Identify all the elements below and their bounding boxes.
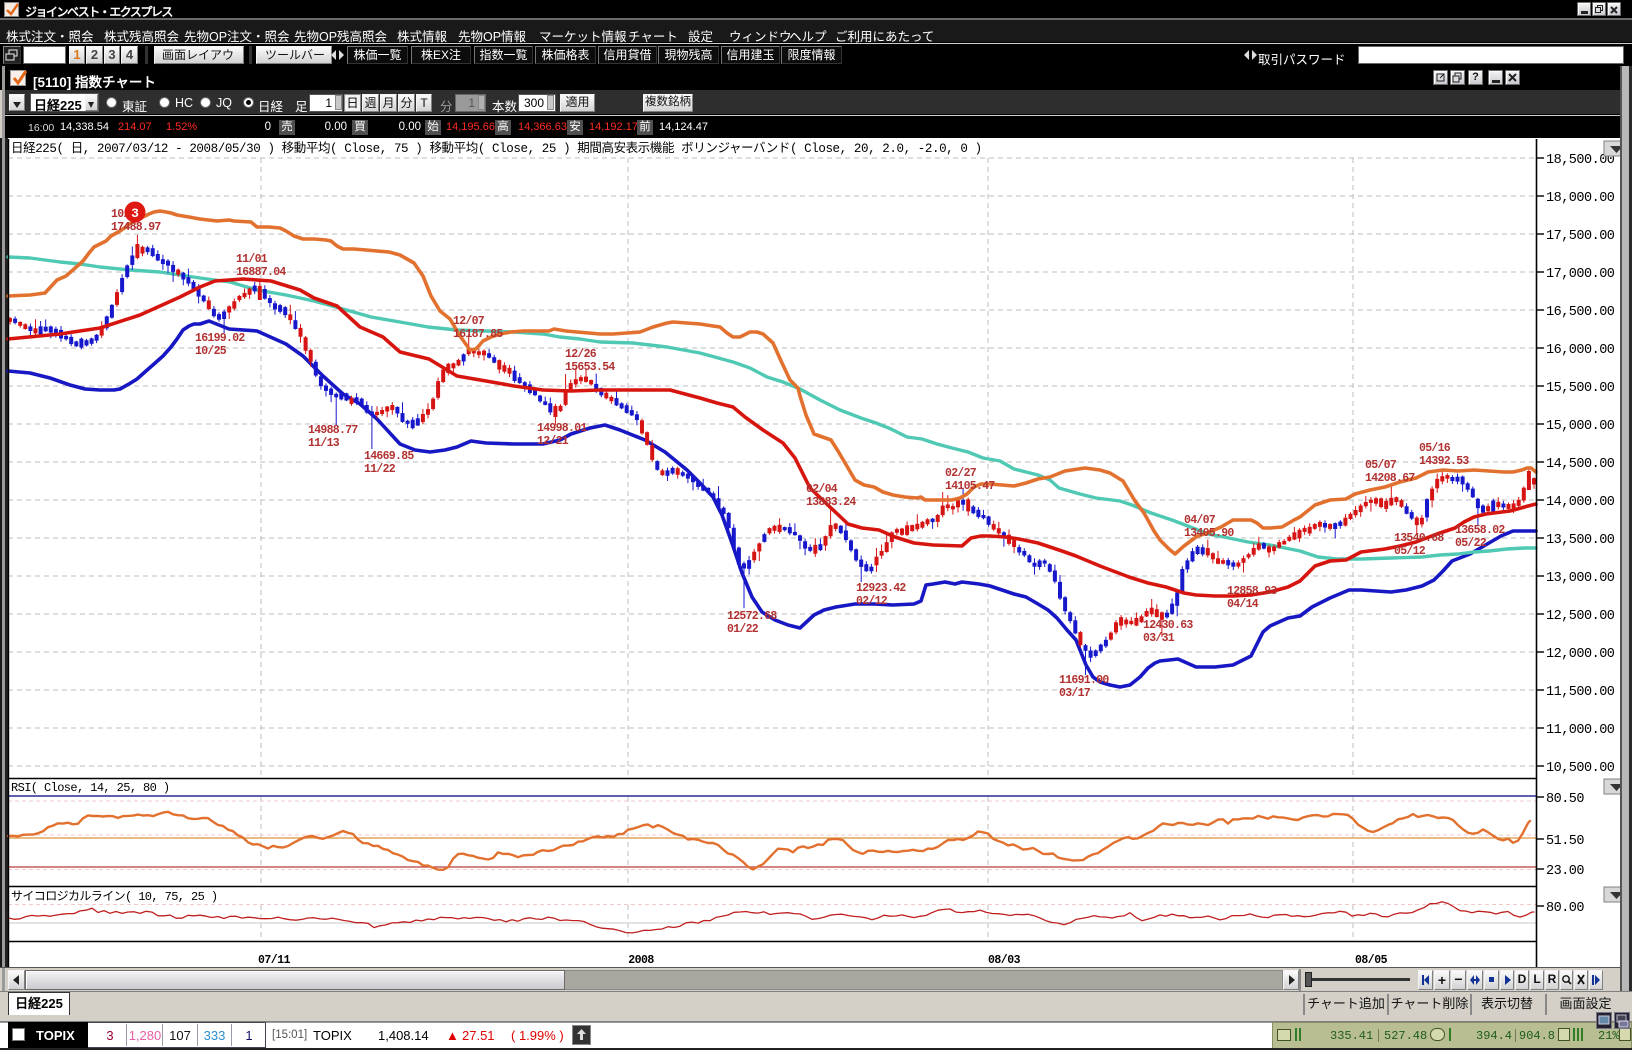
svg-text:02/12: 02/12 <box>856 595 888 608</box>
svg-text:08/03: 08/03 <box>988 954 1021 967</box>
svg-text:日経225( 日, 2007/03/12 - 2008/05: 日経225( 日, 2007/03/12 - 2008/05/30 ) 移動平均… <box>11 140 982 156</box>
svg-text:14,500.00: 14,500.00 <box>1546 457 1615 472</box>
svg-text:80.50: 80.50 <box>1546 792 1584 807</box>
svg-text:11691.00: 11691.00 <box>1059 674 1109 687</box>
svg-text:51.50: 51.50 <box>1546 834 1584 849</box>
svg-text:05/07: 05/07 <box>1365 459 1397 472</box>
svg-text:05/16: 05/16 <box>1419 442 1451 455</box>
svg-text:13540.68: 13540.68 <box>1394 532 1444 545</box>
svg-text:15,500.00: 15,500.00 <box>1546 381 1615 396</box>
svg-text:12/21: 12/21 <box>537 435 569 448</box>
svg-text:11/22: 11/22 <box>364 463 396 476</box>
svg-text:2008: 2008 <box>628 954 654 967</box>
svg-text:15,000.00: 15,000.00 <box>1546 419 1615 434</box>
svg-text:14669.85: 14669.85 <box>364 450 414 463</box>
svg-text:14988.77: 14988.77 <box>308 424 358 437</box>
svg-text:16887.04: 16887.04 <box>236 266 286 279</box>
svg-text:05/12: 05/12 <box>1394 545 1426 558</box>
svg-text:15653.54: 15653.54 <box>565 361 615 374</box>
svg-text:3: 3 <box>131 206 139 221</box>
svg-text:13,000.00: 13,000.00 <box>1546 571 1615 586</box>
svg-text:07/11: 07/11 <box>258 954 291 967</box>
svg-text:13658.02: 13658.02 <box>1455 524 1505 537</box>
svg-text:23.00: 23.00 <box>1546 864 1584 879</box>
svg-text:10/25: 10/25 <box>195 345 227 358</box>
svg-text:13405.90: 13405.90 <box>1184 527 1234 540</box>
svg-text:17488.97: 17488.97 <box>111 221 161 234</box>
svg-text:12,000.00: 12,000.00 <box>1546 647 1615 662</box>
svg-text:04/07: 04/07 <box>1184 514 1216 527</box>
svg-text:11/01: 11/01 <box>236 253 268 266</box>
svg-text:11,500.00: 11,500.00 <box>1546 685 1615 700</box>
svg-text:12,500.00: 12,500.00 <box>1546 609 1615 624</box>
svg-text:14998.01: 14998.01 <box>537 422 587 435</box>
svg-text:14392.53: 14392.53 <box>1419 455 1469 468</box>
svg-text:17,500.00: 17,500.00 <box>1546 229 1615 244</box>
svg-text:02/04: 02/04 <box>806 483 838 496</box>
svg-text:12923.42: 12923.42 <box>856 582 906 595</box>
svg-text:16,500.00: 16,500.00 <box>1546 305 1615 320</box>
svg-text:11,000.00: 11,000.00 <box>1546 723 1615 738</box>
svg-text:08/05: 08/05 <box>1355 954 1388 967</box>
svg-text:80.00: 80.00 <box>1546 901 1584 916</box>
svg-text:12/26: 12/26 <box>565 348 597 361</box>
svg-text:12858.93: 12858.93 <box>1227 585 1277 598</box>
svg-text:11/13: 11/13 <box>308 437 340 450</box>
svg-text:01/22: 01/22 <box>727 623 759 636</box>
svg-text:サイコロジカルライン( 10, 75, 25 ): サイコロジカルライン( 10, 75, 25 ) <box>11 889 217 904</box>
svg-text:RSI( Close, 14, 25, 80 ): RSI( Close, 14, 25, 80 ) <box>11 781 169 795</box>
svg-text:03/31: 03/31 <box>1143 632 1175 645</box>
svg-text:14105.47: 14105.47 <box>945 480 995 493</box>
svg-text:13,500.00: 13,500.00 <box>1546 533 1615 548</box>
svg-text:16,000.00: 16,000.00 <box>1546 343 1615 358</box>
svg-text:02/27: 02/27 <box>945 467 977 480</box>
svg-text:05/22: 05/22 <box>1455 537 1487 550</box>
svg-text:10,500.00: 10,500.00 <box>1546 761 1615 776</box>
svg-text:14208.67: 14208.67 <box>1365 472 1415 485</box>
svg-text:14,000.00: 14,000.00 <box>1546 495 1615 510</box>
svg-text:04/14: 04/14 <box>1227 598 1259 611</box>
svg-text:12572.68: 12572.68 <box>727 610 777 623</box>
svg-text:16187.85: 16187.85 <box>453 328 503 341</box>
svg-text:18,000.00: 18,000.00 <box>1546 191 1615 206</box>
svg-text:12430.63: 12430.63 <box>1143 619 1193 632</box>
svg-text:13883.24: 13883.24 <box>806 496 856 509</box>
svg-text:17,000.00: 17,000.00 <box>1546 267 1615 282</box>
svg-text:03/17: 03/17 <box>1059 687 1091 700</box>
svg-text:12/07: 12/07 <box>453 315 485 328</box>
svg-text:16199.02: 16199.02 <box>195 332 245 345</box>
